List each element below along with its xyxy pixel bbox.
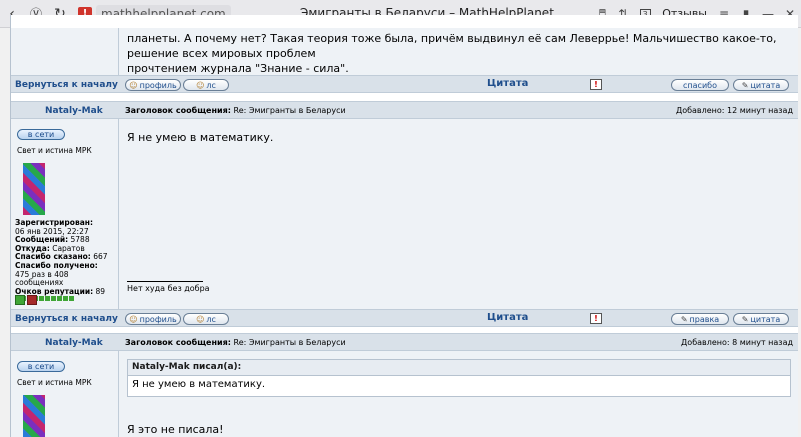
post-header: Nataly-Mak Заголовок сообщения: Re: Эмиг…: [11, 333, 798, 351]
post-text-line: планеты. А почему нет? Такая теория тоже…: [127, 32, 777, 60]
author-name[interactable]: Nataly-Mak: [45, 338, 103, 348]
quote-label[interactable]: Цитата: [487, 78, 528, 89]
subject-text: Re: Эмигранты в Беларуси: [233, 338, 346, 347]
pm-button[interactable]: ☺ лс: [183, 79, 229, 91]
back-to-top-link[interactable]: Вернуться к началу: [15, 314, 118, 324]
report-button[interactable]: !: [590, 79, 602, 90]
subject-text: Re: Эмигранты в Беларуси: [233, 106, 346, 115]
quote-label[interactable]: Цитата: [487, 312, 528, 323]
post-text-line: прочтением журнала "Знание - сила".: [127, 62, 349, 75]
user-stats: Зарегистрирован: 06 янв 2015, 22:27 Сооб…: [15, 218, 119, 302]
post-actions-bar: Вернуться к началу ☺ профиль ☺ лс Цитата !…: [11, 309, 798, 327]
report-button[interactable]: !: [590, 313, 602, 324]
previous-post-body: планеты. А почему нет? Такая теория тоже…: [11, 28, 798, 76]
thanks-button[interactable]: спасибо: [671, 79, 729, 91]
post: в сети Свет и истина МРК Nataly-Mak писа…: [11, 351, 798, 437]
profile-button[interactable]: ☺ профиль: [125, 79, 181, 91]
reputation-down-icon[interactable]: [27, 295, 37, 305]
online-status-button[interactable]: в сети: [17, 129, 65, 140]
quote-author: Nataly-Mak писал(а):: [128, 360, 790, 376]
post-header: Nataly-Mak Заголовок сообщения: Re: Эмиг…: [11, 101, 798, 119]
post-timestamp: Добавлено: 8 минут назад: [681, 338, 793, 347]
subject-label: Заголовок сообщения:: [125, 338, 231, 347]
post: в сети Свет и истина МРК Зарегистрирован…: [11, 119, 798, 309]
reputation-up-icon[interactable]: [15, 295, 25, 305]
signature-divider: [127, 281, 203, 282]
signature: Нет худа без добра: [127, 284, 210, 293]
edit-button[interactable]: ✎ правка: [671, 313, 729, 325]
user-rank: Свет и истина МРК: [17, 378, 92, 387]
profile-button[interactable]: ☺ профиль: [125, 313, 181, 325]
post-timestamp: Добавлено: 12 минут назад: [675, 106, 793, 115]
quote-text: Я не умею в математику.: [132, 379, 266, 390]
online-status-button[interactable]: в сети: [17, 361, 65, 372]
avatar[interactable]: [23, 163, 45, 215]
avatar[interactable]: [23, 395, 45, 437]
post-body: Я не умею в математику.: [127, 131, 274, 144]
quote-block: Nataly-Mak писал(а): Я не умею в математ…: [127, 359, 791, 397]
pm-button[interactable]: ☺ лс: [183, 313, 229, 325]
user-rank: Свет и истина МРК: [17, 146, 92, 155]
back-to-top-link[interactable]: Вернуться к началу: [15, 80, 118, 90]
author-name[interactable]: Nataly-Mak: [45, 106, 103, 116]
post-body: Я это не писала!: [127, 423, 224, 436]
quote-button[interactable]: ✎ цитата: [733, 79, 789, 91]
subject-label: Заголовок сообщения:: [125, 106, 231, 115]
quote-button[interactable]: ✎ цитата: [733, 313, 789, 325]
forum-thread: планеты. А почему нет? Такая теория тоже…: [10, 15, 798, 437]
post-actions-bar: Вернуться к началу ☺ профиль ☺ лс Цитата !…: [11, 75, 798, 93]
